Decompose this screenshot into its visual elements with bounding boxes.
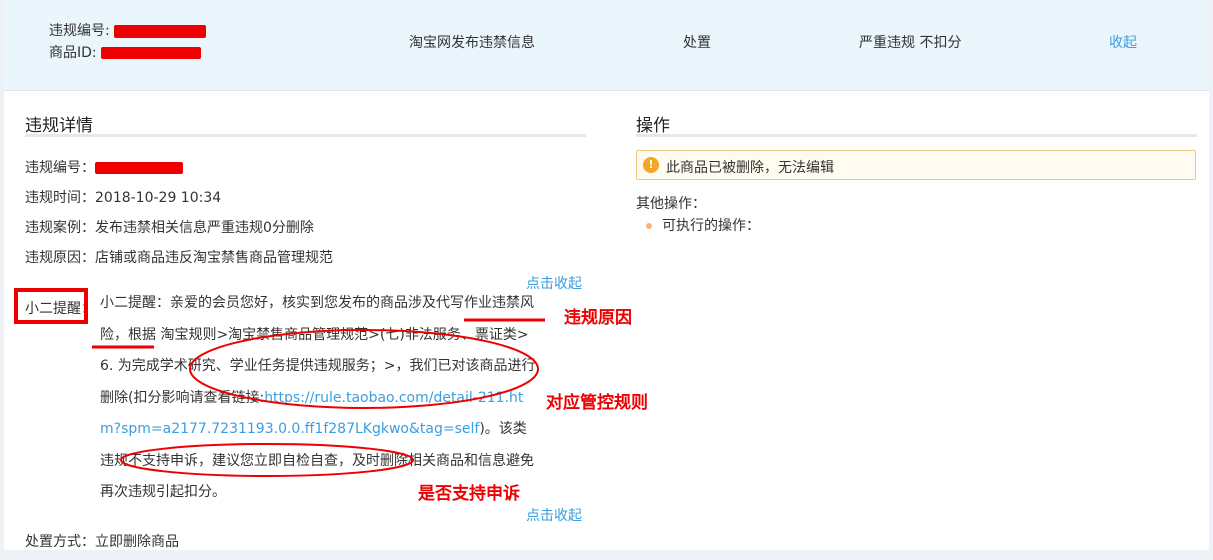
reminder-highlight-box — [14, 288, 88, 324]
details-section-title: 违规详情 — [25, 116, 93, 136]
details-section-divider — [25, 134, 586, 137]
page-gutter-bottom — [0, 550, 1213, 560]
violation-case-row: 违规案例：发布违禁相关信息严重违规0分删除 — [25, 217, 314, 237]
redacted-mark — [101, 47, 202, 59]
operations-section-title: 操作 — [636, 116, 670, 136]
annotation-rule: 对应管控规则 — [546, 393, 648, 413]
violation-time-row: 违规时间：2018-10-29 10:34 — [25, 187, 221, 207]
violation-id-label: 违规编号: — [49, 23, 110, 39]
violation-id-row: 违规编号: — [49, 20, 207, 40]
violation-reason-row: 违规原因：店铺或商品违反淘宝禁售商品管理规范 — [25, 247, 333, 267]
collapse-link[interactable]: 收起 — [1109, 32, 1137, 52]
violation-number-label: 违规编号： — [25, 160, 95, 176]
product-id-label: 商品ID: — [49, 45, 97, 61]
reminder-message: 小二提醒：亲爱的会员您好，核实到您发布的商品涉及代写作业违禁风险，根据 淘宝规则… — [100, 288, 540, 509]
bullet-dot-icon — [646, 223, 652, 229]
violation-summary-header: 违规编号: 商品ID: 淘宝网发布违禁信息 处置 严重违规 不扣分 收起 — [4, 0, 1209, 91]
annotation-reason: 违规原因 — [564, 308, 632, 328]
annotation-appeal: 是否支持申诉 — [418, 484, 520, 504]
executable-operations-item: 可执行的操作： — [646, 215, 760, 235]
handle-method-value: 立即删除商品 — [95, 534, 179, 550]
violation-reason-value: 店铺或商品违反淘宝禁售商品管理规范 — [95, 250, 333, 266]
violation-time-label: 违规时间： — [25, 190, 95, 206]
violation-severity: 严重违规 不扣分 — [859, 35, 962, 51]
exclamation-icon: ! — [643, 157, 659, 173]
executable-operations-label: 可执行的操作： — [662, 218, 760, 234]
violation-time-value: 2018-10-29 10:34 — [95, 190, 222, 206]
product-id-row: 商品ID: — [49, 42, 202, 62]
handle-method-row: 处置方式：立即删除商品 — [25, 531, 179, 551]
redacted-mark — [114, 24, 207, 38]
fold-link-bottom[interactable]: 点击收起 — [526, 505, 582, 525]
redacted-mark — [95, 162, 183, 174]
violation-reason-label: 违规原因： — [25, 250, 95, 266]
handle-method-label: 处置方式： — [25, 534, 95, 550]
violation-case-value: 发布违禁相关信息严重违规0分删除 — [95, 220, 314, 236]
deleted-warning-box: ! 此商品已被删除，无法编辑 — [636, 150, 1196, 180]
other-operations-label: 其他操作： — [636, 196, 706, 212]
violation-case-label: 违规案例： — [25, 220, 95, 236]
operations-section-divider — [636, 134, 1197, 137]
violation-action: 处置 — [683, 35, 711, 51]
page-gutter-right — [1209, 0, 1213, 560]
deleted-warning-text: 此商品已被删除，无法编辑 — [666, 160, 834, 176]
violation-number-row: 违规编号： — [25, 157, 183, 177]
violation-description: 淘宝网发布违禁信息 — [409, 35, 535, 51]
